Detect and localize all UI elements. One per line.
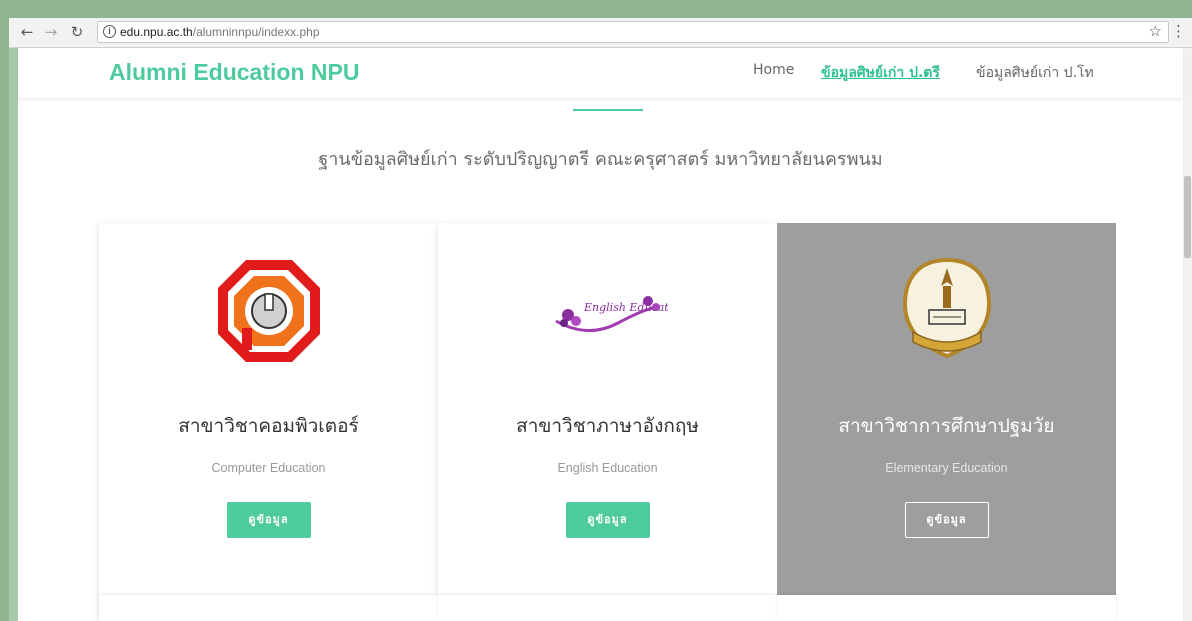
card-computer-education: สาขาวิชาคอมพิวเตอร์ Computer Education ด… <box>99 223 438 621</box>
url-path: /alumninnpu/indexx.php <box>192 25 320 39</box>
card-title: สาขาวิชาภาษาอังกฤษ <box>516 415 699 437</box>
card-next-row <box>777 595 1116 621</box>
star-icon[interactable]: ☆ <box>1149 22 1162 40</box>
accent-divider <box>573 109 643 111</box>
card-elementary-education: สาขาวิชาการศึกษาปฐมวัย Elementary Educat… <box>777 223 1116 621</box>
scrollbar-track[interactable] <box>1183 48 1192 621</box>
nav-link-master-alumni[interactable]: ข้อมูลศิษย์เก่า ป.โท <box>976 62 1094 84</box>
english-education-logo: English Education <box>548 251 668 371</box>
card-next-row <box>99 595 438 621</box>
site-navbar: Alumni Education NPU Home ข้อมูลศิษย์เก่… <box>18 48 1183 98</box>
nav-link-bachelor-alumni[interactable]: ข้อมูลศิษย์เก่า ป.ตรี <box>821 62 940 84</box>
page-content: Alumni Education NPU Home ข้อมูลศิษย์เก่… <box>18 48 1183 621</box>
computer-education-logo <box>209 251 329 371</box>
page-headline: ฐานข้อมูลศิษย์เก่า ระดับปริญญาตรี คณะครุ… <box>318 149 883 170</box>
page-viewport: Alumni Education NPU Home ข้อมูลศิษย์เก่… <box>9 48 1192 621</box>
view-data-button[interactable]: ดูข้อมูล <box>565 502 650 538</box>
site-brand[interactable]: Alumni Education NPU <box>109 59 359 86</box>
info-icon[interactable]: i <box>103 25 116 38</box>
reload-icon[interactable]: ↻ <box>67 22 87 42</box>
view-data-button[interactable]: ดูข้อมูล <box>904 502 989 538</box>
browser-toolbar: ← → ↻ i edu.npu.ac.th/alumninnpu/indexx.… <box>9 18 1192 48</box>
scrollbar-thumb[interactable] <box>1184 176 1191 258</box>
card-title: สาขาวิชาการศึกษาปฐมวัย <box>838 415 1055 437</box>
faculty-of-education-seal <box>887 251 1007 371</box>
kebab-menu-icon[interactable]: ⋮ <box>1171 22 1186 40</box>
card-title: สาขาวิชาคอมพิวเตอร์ <box>178 415 359 437</box>
card-subtitle: Computer Education <box>211 461 326 475</box>
url-domain: edu.npu.ac.th <box>120 25 193 39</box>
card-english-education: English Education สาขาวิชาภาษาอังกฤษ Eng… <box>438 223 777 621</box>
card-subtitle: Elementary Education <box>885 461 1008 475</box>
nav-link-home[interactable]: Home <box>753 62 794 78</box>
view-data-button[interactable]: ดูข้อมูล <box>226 502 311 538</box>
forward-arrow-icon[interactable]: → <box>41 22 61 42</box>
back-arrow-icon[interactable]: ← <box>17 22 37 42</box>
english-education-logo-text: English Education <box>583 301 668 314</box>
address-bar[interactable]: i edu.npu.ac.th/alumninnpu/indexx.php <box>97 21 1169 43</box>
card-subtitle: English Education <box>557 461 658 475</box>
card-next-row <box>438 595 777 621</box>
